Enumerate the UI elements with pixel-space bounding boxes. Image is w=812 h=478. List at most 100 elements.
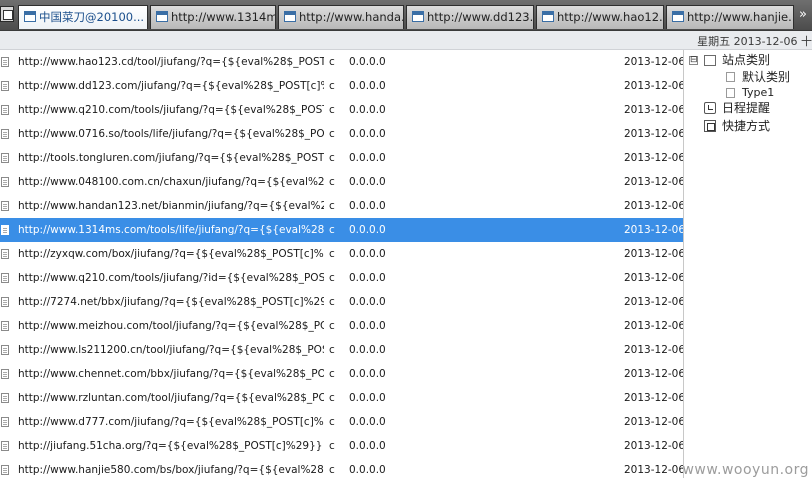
tree-node-schedule[interactable]: 日程提醒: [722, 100, 770, 116]
tree-node-default-category[interactable]: 默认类别: [742, 69, 790, 85]
ip-cell: 0.0.0.0: [349, 392, 386, 404]
ip-cell: 0.0.0.0: [349, 56, 386, 68]
list-row[interactable]: http://jiufang.51cha.org/?q={${eval%28$_…: [0, 434, 683, 458]
tree-node-shortcuts[interactable]: 快捷方式: [722, 118, 770, 134]
date-cell: 2013-12-06: [624, 344, 683, 356]
url-cell: http://tools.tongluren.com/jiufang/?q={$…: [18, 152, 324, 164]
date-cell: 2013-12-06: [624, 200, 683, 212]
date-cell: 2013-12-06: [624, 176, 683, 188]
document-icon: [726, 72, 735, 82]
list-row[interactable]: http://www.chennet.com/bbx/jiufang/?q={$…: [0, 362, 683, 386]
window-icon: [156, 11, 168, 22]
document-icon: [1, 297, 9, 307]
list-row[interactable]: http://7274.net/bbx/jiufang/?q={${eval%2…: [0, 290, 683, 314]
list-row[interactable]: http://www.d777.com/jiufang/?q={${eval%2…: [0, 410, 683, 434]
window-menu-icon[interactable]: [0, 6, 14, 22]
list-row[interactable]: http://www.hao123.cd/tool/jiufang/?q={${…: [0, 50, 683, 74]
ip-cell: 0.0.0.0: [349, 152, 386, 164]
date-cell: 2013-12-06: [624, 152, 683, 164]
window-icon: [284, 11, 296, 22]
list-row-selected[interactable]: http://www.1314ms.com/tools/life/jiufang…: [0, 218, 683, 242]
ip-cell: 0.0.0.0: [349, 272, 386, 284]
ip-cell: 0.0.0.0: [349, 104, 386, 116]
tab-overflow-button[interactable]: »: [796, 7, 810, 23]
list-row[interactable]: http://www.dd123.com/jiufang/?q={${eval%…: [0, 74, 683, 98]
tab-site[interactable]: http://www.hanjie...: [666, 5, 794, 29]
date-cell: 2013-12-06: [624, 224, 683, 236]
date-cell: 2013-12-06: [624, 104, 683, 116]
url-cell: http://www.hanjie580.com/bs/box/jiufang/…: [18, 464, 324, 476]
list-row[interactable]: http://www.rzluntan.com/tool/jiufang/?q=…: [0, 386, 683, 410]
tab-label: http://www.hanjie...: [687, 10, 794, 24]
url-cell: http://www.dd123.com/jiufang/?q={${eval%…: [18, 80, 324, 92]
ip-cell: 0.0.0.0: [349, 320, 386, 332]
type-cell: c: [329, 416, 335, 428]
document-icon: [1, 225, 9, 235]
folder-icon: [704, 55, 716, 66]
document-icon: [1, 393, 9, 403]
tab-site[interactable]: http://www.dd123....: [406, 5, 534, 29]
url-cell: http://www.ls211200.cn/tool/jiufang/?q={…: [18, 344, 324, 356]
list-row[interactable]: http://www.048100.com.cn/chaxun/jiufang/…: [0, 170, 683, 194]
list-row[interactable]: http://www.handan123.net/bianmin/jiufang…: [0, 194, 683, 218]
document-icon: [1, 441, 9, 451]
url-cell: http://www.0716.so/tools/life/jiufang/?q…: [18, 128, 324, 140]
list-row[interactable]: http://www.meizhou.com/tool/jiufang/?q={…: [0, 314, 683, 338]
tree-node-site-categories[interactable]: 站点类别: [722, 52, 770, 68]
tab-site[interactable]: http://www.handa...: [278, 5, 404, 29]
type-cell: c: [329, 104, 335, 116]
ip-cell: 0.0.0.0: [349, 200, 386, 212]
document-icon: [726, 88, 735, 98]
tab-label: http://www.hao12...: [557, 10, 664, 24]
url-cell: http://jiufang.51cha.org/?q={${eval%28$_…: [18, 440, 323, 452]
date-cell: 2013-12-06: [624, 416, 683, 428]
document-icon: [1, 249, 9, 259]
document-icon: [1, 465, 9, 475]
tab-label: http://www.dd123....: [427, 10, 534, 24]
list-row[interactable]: http://www.0716.so/tools/life/jiufang/?q…: [0, 122, 683, 146]
type-cell: c: [329, 320, 335, 332]
collapse-icon[interactable]: ⊟: [689, 56, 698, 65]
type-cell: c: [329, 272, 335, 284]
date-cell: 2013-12-06: [624, 128, 683, 140]
type-cell: c: [329, 200, 335, 212]
status-bar: 星期五 2013-12-06 十: [0, 31, 812, 50]
tab-site[interactable]: http://www.hao12...: [536, 5, 664, 29]
tab-label: 中国菜刀@20100...: [39, 10, 145, 24]
ip-cell: 0.0.0.0: [349, 296, 386, 308]
url-cell: http://www.048100.com.cn/chaxun/jiufang/…: [18, 176, 324, 188]
list-row[interactable]: http://www.ls211200.cn/tool/jiufang/?q={…: [0, 338, 683, 362]
type-cell: c: [329, 464, 335, 476]
tab-label: http://www.handa...: [299, 10, 404, 24]
tab-bar: 中国菜刀@20100... http://www.1314m... http:/…: [0, 0, 812, 31]
ip-cell: 0.0.0.0: [349, 464, 386, 476]
url-cell: http://7274.net/bbx/jiufang/?q={${eval%2…: [18, 296, 324, 308]
tree-node-type1[interactable]: Type1: [742, 85, 774, 101]
tab-main[interactable]: 中国菜刀@20100...: [18, 5, 148, 29]
url-cell: http://www.d777.com/jiufang/?q={${eval%2…: [18, 416, 324, 428]
url-cell: http://www.chennet.com/bbx/jiufang/?q={$…: [18, 368, 324, 380]
window-icon: [542, 11, 554, 22]
list-row[interactable]: http://www.q210.com/tools/jiufang/?id={$…: [0, 266, 683, 290]
document-icon: [1, 345, 9, 355]
type-cell: c: [329, 176, 335, 188]
ip-cell: 0.0.0.0: [349, 248, 386, 260]
type-cell: c: [329, 80, 335, 92]
list-row[interactable]: http://www.hanjie580.com/bs/box/jiufang/…: [0, 458, 683, 478]
document-icon: [1, 201, 9, 211]
date-cell: 2013-12-06: [624, 464, 683, 476]
tab-site[interactable]: http://www.1314m...: [150, 5, 276, 29]
type-cell: c: [329, 248, 335, 260]
type-cell: c: [329, 128, 335, 140]
list-row[interactable]: http://www.q210.com/tools/jiufang/?q={${…: [0, 98, 683, 122]
type-cell: c: [329, 56, 335, 68]
window-icon: [672, 11, 684, 22]
date-cell: 2013-12-06: [624, 80, 683, 92]
url-cell: http://www.hao123.cd/tool/jiufang/?q={${…: [18, 56, 324, 68]
type-cell: c: [329, 224, 335, 236]
list-row[interactable]: http://zyxqw.com/box/jiufang/?q={${eval%…: [0, 242, 683, 266]
watermark: www.wooyun.org: [682, 462, 809, 478]
list-row[interactable]: http://tools.tongluren.com/jiufang/?q={$…: [0, 146, 683, 170]
date-cell: 2013-12-06: [624, 272, 683, 284]
shortcut-icon: [704, 120, 716, 132]
